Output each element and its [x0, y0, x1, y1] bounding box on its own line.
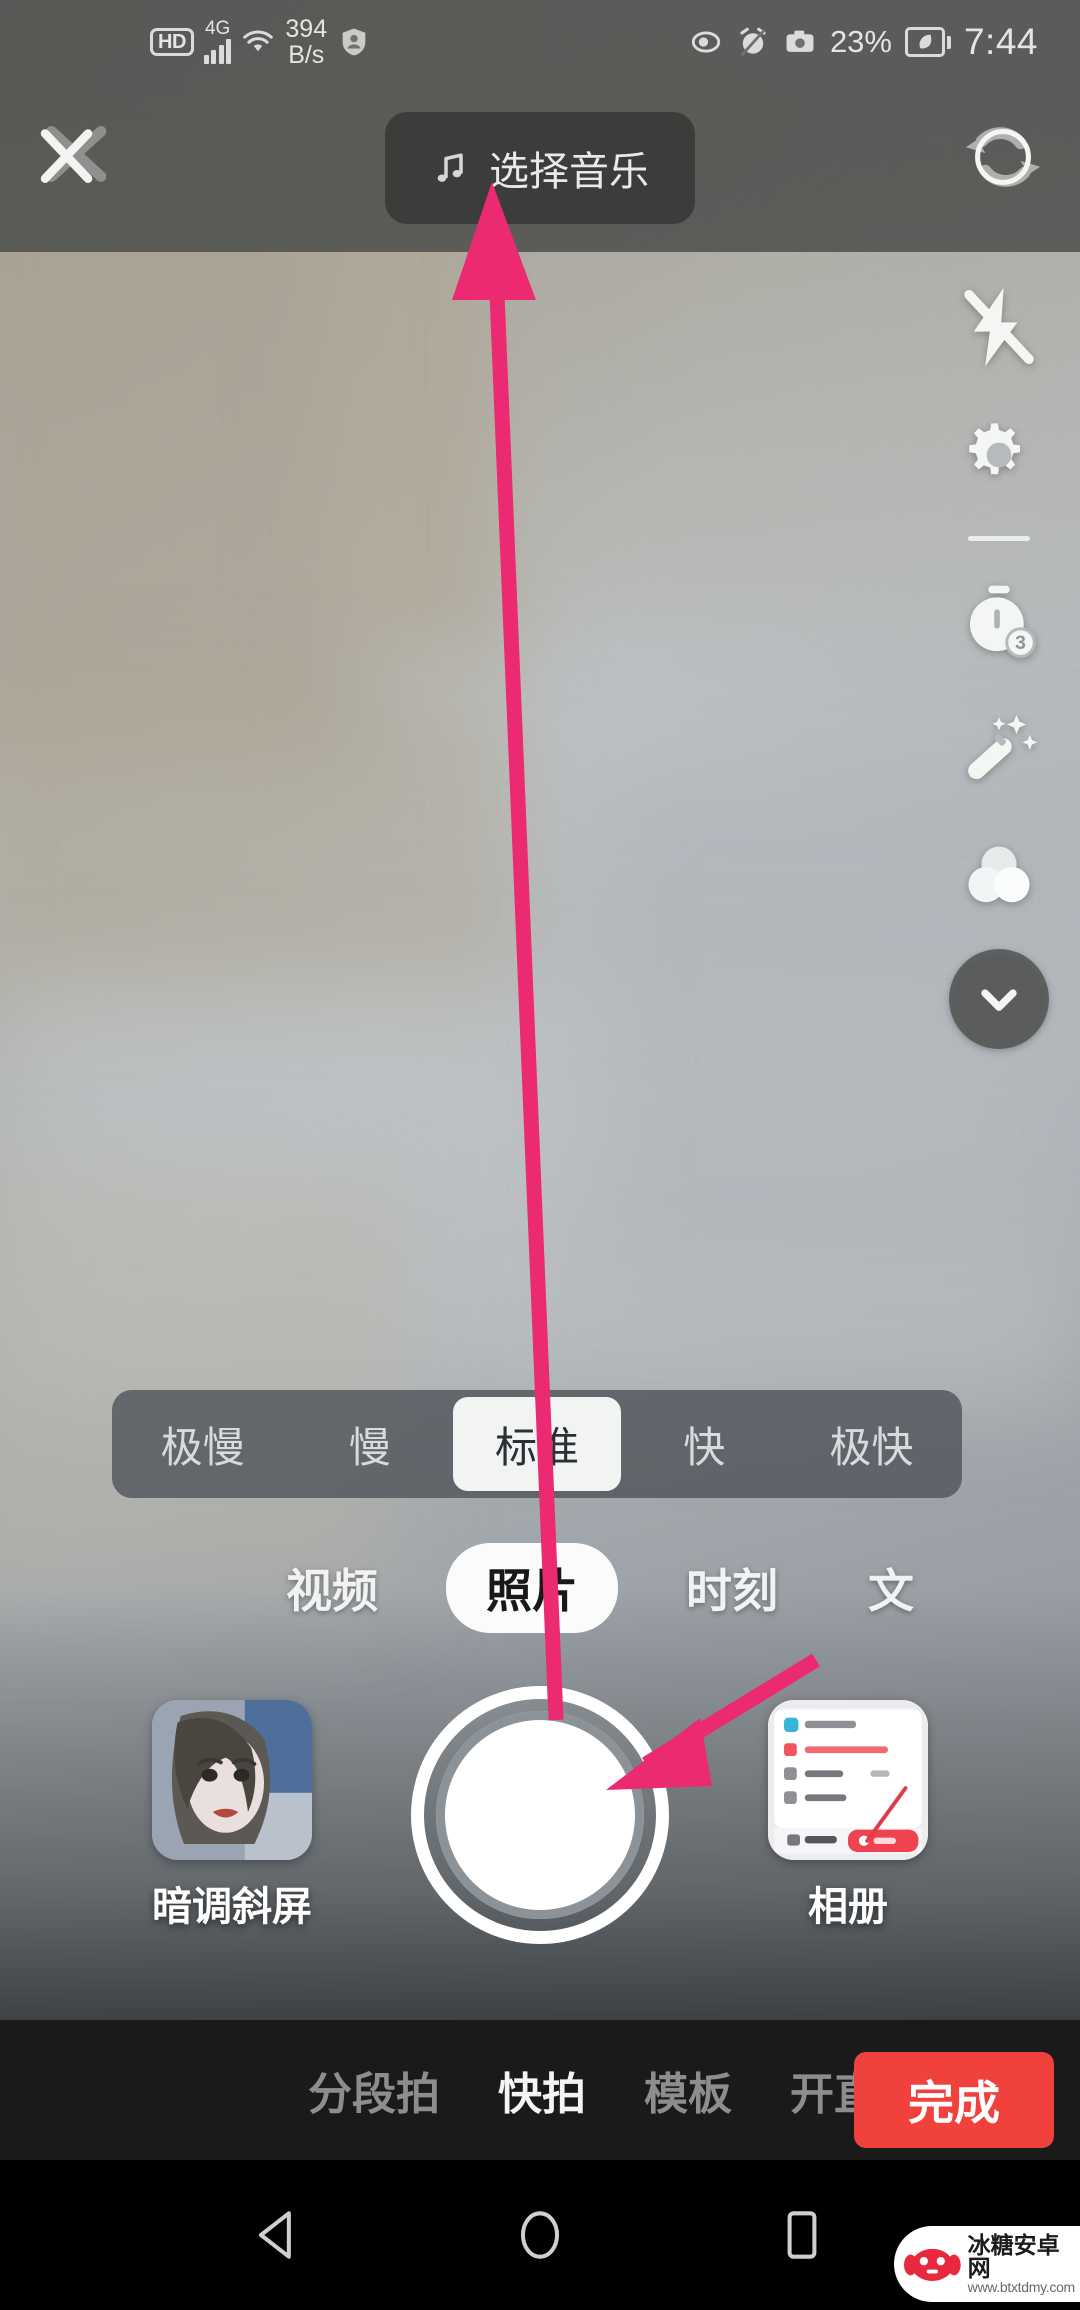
status-bar: HD 4G 394 B/s 23% 7:44 [0, 0, 1080, 84]
chevron-down-icon[interactable] [949, 949, 1049, 1049]
watermark-logo-icon [904, 2248, 961, 2281]
album-label: 相册 [808, 1885, 888, 1929]
speed-selector[interactable]: 极慢 慢 标准 快 极快 [112, 1390, 962, 1498]
speed-option-2[interactable]: 标准 [453, 1397, 621, 1491]
effect-button[interactable]: 暗调斜屏 [132, 1700, 332, 1932]
recents-square-icon[interactable] [771, 2204, 833, 2266]
back-triangle-icon[interactable] [247, 2204, 309, 2266]
watermark-site-name: 冰糖安卓网 [967, 2232, 1060, 2281]
shutter-inner [436, 1711, 644, 1919]
data-speed-indicator: 394 B/s [285, 14, 328, 69]
flash-off-icon[interactable] [944, 272, 1054, 382]
shutter-button[interactable] [411, 1686, 669, 1944]
eye-icon [691, 31, 721, 53]
watermark-url: www.btxtdmy.com [967, 2279, 1076, 2295]
signal-bars-icon: 4G [203, 19, 232, 65]
wifi-icon [243, 30, 274, 52]
bottom-nav-segmented[interactable]: 分段拍 [308, 2058, 440, 2122]
done-button[interactable]: 完成 [854, 2052, 1054, 2148]
capture-row: 暗调斜屏 相册 [0, 1686, 1080, 1980]
mode-tab-photo[interactable]: 照片 [446, 1543, 618, 1633]
android-navigation-bar: 冰糖安卓网 www.btxtdmy.com [0, 2160, 1080, 2310]
profile-shield-icon [342, 28, 366, 56]
album-button[interactable]: 相册 [748, 1700, 948, 1932]
select-music-button[interactable]: 选择音乐 [385, 112, 695, 224]
speed-option-0[interactable]: 极慢 [119, 1397, 286, 1491]
capture-mode-tabs[interactable]: 视频 照片 时刻 文 [0, 1538, 1080, 1638]
camera-flip-icon[interactable] [960, 114, 1046, 200]
camera-top-bar: 选择音乐 [0, 84, 1080, 252]
home-circle-icon[interactable] [509, 2204, 571, 2266]
close-icon[interactable] [30, 112, 116, 198]
camera-icon [786, 30, 814, 52]
effect-thumbnail [152, 1700, 312, 1860]
status-bar-left: HD 4G 394 B/s [150, 14, 371, 69]
battery-icon [904, 27, 951, 57]
bottom-nav-template[interactable]: 模板 [644, 2058, 732, 2122]
music-note-icon [437, 153, 463, 182]
site-watermark: 冰糖安卓网 www.btxtdmy.com [894, 2226, 1080, 2302]
phone-screen: HD 4G 394 B/s 23% 7:44 选择音乐 3 极慢 慢 标准 快 … [0, 0, 1080, 2310]
rail-divider [968, 536, 1030, 541]
camera-tools-rail: 3 [944, 272, 1054, 1049]
settings-gear-icon[interactable] [944, 400, 1054, 510]
mode-tab-moment[interactable]: 时刻 [664, 1545, 800, 1631]
album-thumbnail [768, 1700, 928, 1860]
timer-icon[interactable]: 3 [944, 565, 1054, 675]
mode-tab-video[interactable]: 视频 [264, 1545, 400, 1631]
speed-option-1[interactable]: 慢 [286, 1397, 453, 1491]
status-bar-right: 23% 7:44 [689, 21, 1038, 63]
bottom-nav-quick[interactable]: 快拍 [498, 2058, 586, 2122]
timer-badge: 3 [1015, 632, 1026, 654]
background-blur-shape [0, 690, 520, 1020]
alarm-icon [740, 27, 766, 56]
effect-label: 暗调斜屏 [152, 1885, 312, 1929]
battery-percent-label: 23% [829, 24, 892, 59]
speed-option-3[interactable]: 快 [621, 1397, 788, 1491]
speed-option-4[interactable]: 极快 [788, 1397, 955, 1491]
status-bar-clock: 7:44 [963, 21, 1038, 62]
select-music-label: 选择音乐 [489, 150, 649, 194]
filter-circles-icon[interactable] [944, 821, 1054, 931]
mode-tab-text[interactable]: 文 [846, 1545, 936, 1631]
beauty-wand-icon[interactable] [944, 693, 1054, 803]
hd-icon: HD [150, 28, 194, 56]
